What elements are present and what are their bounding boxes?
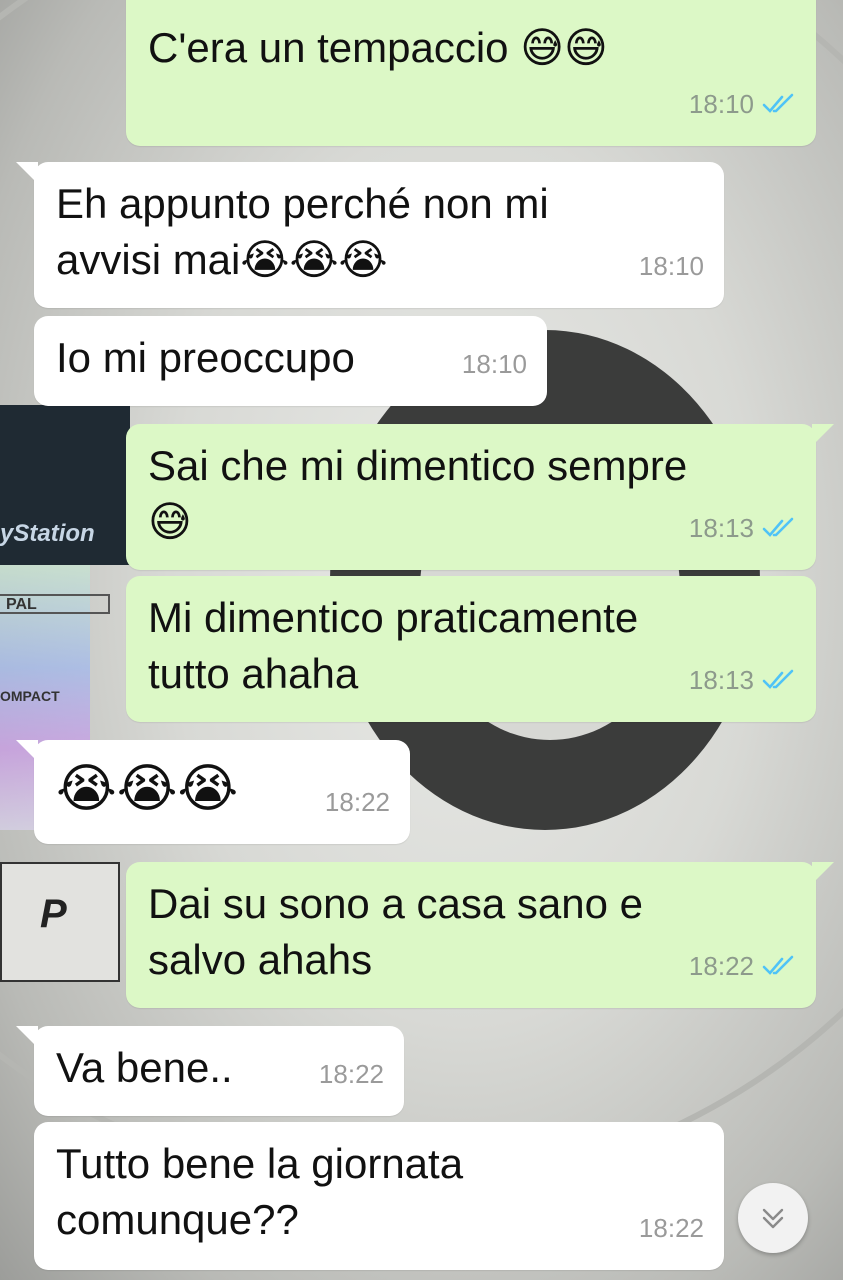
wallpaper-p-text: P	[40, 892, 67, 936]
message-text: Eh appunto perché non mi avvisi mai😭😭😭	[56, 180, 549, 283]
double-check-icon	[762, 669, 794, 689]
message-meta: 18:13	[689, 500, 796, 556]
message-outgoing[interactable]: C'era un tempaccio 😅😅 18:10	[126, 0, 816, 146]
message-text: C'era un tempaccio 😅😅	[148, 24, 608, 71]
message-meta: 18:22	[319, 1046, 384, 1102]
message-meta: 18:22	[325, 774, 390, 830]
wallpaper-pal-text: PAL	[0, 594, 110, 614]
message-time: 18:22	[318, 1059, 384, 1089]
wallpaper-brand-text: yStation	[0, 520, 95, 547]
message-time: 18:22	[324, 787, 390, 817]
message-meta: 18:22	[639, 1200, 704, 1256]
message-meta: 18:22	[689, 938, 796, 994]
message-incoming[interactable]: Io mi preoccupo 18:10	[34, 316, 547, 406]
wallpaper-compact-text: OMPACT	[0, 688, 60, 704]
message-outgoing[interactable]: Sai che mi dimentico sempre 😅 18:13	[126, 424, 834, 570]
message-meta: 18:10	[462, 336, 527, 392]
message-time: 18:22	[638, 1213, 704, 1243]
double-check-icon	[762, 93, 794, 113]
message-text: Io mi preoccupo	[56, 334, 355, 381]
message-outgoing[interactable]: Dai su sono a casa sano e salvo ahahs 18…	[126, 862, 834, 1008]
double-check-icon	[762, 955, 794, 975]
double-check-icon	[762, 517, 794, 537]
message-time: 18:10	[688, 89, 754, 119]
message-time: 18:10	[638, 251, 704, 281]
message-incoming[interactable]: 😭😭😭 18:22	[16, 740, 410, 844]
message-time: 18:22	[688, 951, 754, 981]
chevron-double-down-icon	[762, 1208, 784, 1229]
wallpaper-p-box: P	[0, 862, 120, 982]
message-incoming[interactable]: Tutto bene la giornata comunque?? 18:22	[34, 1122, 724, 1270]
message-meta: 18:10	[689, 76, 796, 132]
message-meta: 18:10	[639, 238, 704, 294]
message-text: Tutto bene la giornata comunque??	[56, 1140, 464, 1243]
message-incoming[interactable]: Eh appunto perché non mi avvisi mai😭😭😭 1…	[16, 162, 724, 308]
message-time: 18:13	[688, 513, 754, 543]
message-outgoing[interactable]: Mi dimentico praticamente tutto ahaha 18…	[126, 576, 816, 722]
message-time: 18:13	[688, 665, 754, 695]
scroll-to-bottom-button[interactable]	[738, 1183, 808, 1253]
message-time: 18:10	[461, 349, 527, 379]
message-incoming[interactable]: Va bene.. 18:22	[16, 1026, 404, 1116]
message-meta: 18:13	[689, 652, 796, 708]
